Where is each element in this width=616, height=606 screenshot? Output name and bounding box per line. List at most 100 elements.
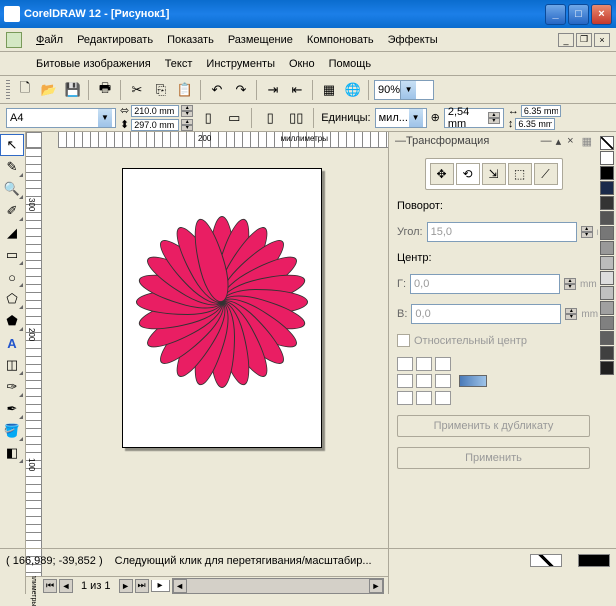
ellipse-tool-icon[interactable]: ○ [0, 266, 24, 288]
skew-tab-icon[interactable]: ⟋ [534, 163, 558, 185]
color-swatch[interactable] [600, 181, 614, 195]
flower-artwork[interactable] [137, 217, 307, 387]
doc-minimize[interactable]: _ [558, 33, 574, 47]
docker-tab-icon[interactable]: ▦ [582, 135, 592, 148]
app-menu-icon[interactable] [6, 32, 22, 48]
page-first-icon[interactable]: ⏮ [43, 579, 57, 593]
menu-window[interactable]: Окно [283, 56, 321, 72]
color-swatch[interactable] [600, 271, 614, 285]
fill-swatch[interactable] [530, 554, 562, 567]
center-v-input[interactable] [411, 304, 561, 324]
menu-help[interactable]: Помощь [323, 56, 378, 72]
color-swatch[interactable] [600, 346, 614, 360]
scrollbar-h[interactable]: ◄► [172, 578, 384, 594]
color-swatch[interactable] [600, 211, 614, 225]
menu-layout[interactable]: Размещение [222, 32, 299, 48]
rotate-tab-icon[interactable]: ⟲ [456, 163, 480, 185]
dup-x-input[interactable] [521, 105, 561, 117]
menu-arrange[interactable]: Компоновать [301, 32, 380, 48]
canvas[interactable] [42, 148, 388, 576]
ruler-origin[interactable] [26, 132, 42, 148]
zoom-combo[interactable]: 90%▼ [374, 80, 434, 100]
menu-edit[interactable]: Редактировать [71, 32, 159, 48]
interactive-fill-icon[interactable]: ◧ [0, 442, 24, 464]
color-swatch[interactable] [600, 316, 614, 330]
outline-swatch[interactable] [578, 554, 610, 567]
relative-checkbox[interactable] [397, 334, 410, 347]
color-swatch[interactable] [600, 361, 614, 375]
doc-restore[interactable]: ❐ [576, 33, 592, 47]
freehand-tool-icon[interactable]: ✐ [0, 200, 24, 222]
cut-icon[interactable]: ✂ [126, 79, 148, 101]
anchor-selector[interactable] [397, 357, 451, 405]
color-swatch[interactable] [600, 196, 614, 210]
docker-collapse-icon[interactable]: ▴ [556, 135, 562, 148]
apply-button[interactable]: Применить [397, 447, 590, 469]
portrait-icon[interactable]: ▯ [197, 107, 219, 129]
units-combo[interactable]: мил...▼ [375, 108, 427, 128]
zoom-tool-icon[interactable]: 🔍 [0, 178, 24, 200]
maximize-button[interactable]: □ [568, 4, 589, 25]
dup-y-input[interactable] [515, 118, 555, 130]
polygon-tool-icon[interactable]: ⬠ [0, 288, 24, 310]
menu-file[interactable]: Файл [30, 32, 69, 48]
basic-shapes-icon[interactable]: ⬟ [0, 310, 24, 332]
color-swatch[interactable] [600, 256, 614, 270]
color-swatch[interactable] [600, 166, 614, 180]
copy-icon[interactable]: ⎘ [150, 79, 172, 101]
menu-text[interactable]: Текст [159, 56, 199, 72]
center-h-input[interactable] [410, 274, 560, 294]
ruler-horizontal[interactable]: 200 миллиметры [58, 132, 388, 148]
page-spread-icon[interactable]: ▯▯ [285, 107, 307, 129]
page-height-input[interactable] [131, 119, 179, 131]
fill-tool-icon[interactable]: 🪣 [0, 420, 24, 442]
doc-close[interactable]: × [594, 33, 610, 47]
minimize-button[interactable]: _ [545, 4, 566, 25]
page-width-input[interactable] [131, 105, 179, 117]
color-swatch[interactable] [600, 286, 614, 300]
size-tab-icon[interactable]: ⬚ [508, 163, 532, 185]
text-tool-icon[interactable]: A [0, 332, 24, 354]
menu-tools[interactable]: Инструменты [200, 56, 281, 72]
outline-tool-icon[interactable]: ✒ [0, 398, 24, 420]
app-launcher-icon[interactable]: ▦ [318, 79, 340, 101]
menu-view[interactable]: Показать [161, 32, 220, 48]
apply-duplicate-button[interactable]: Применить к дубликату [397, 415, 590, 437]
pick-tool-icon[interactable]: ↖ [0, 134, 24, 156]
color-swatch[interactable] [600, 151, 614, 165]
page-prev-icon[interactable]: ◄ [59, 579, 73, 593]
landscape-icon[interactable]: ▭ [223, 107, 245, 129]
color-swatch[interactable] [600, 331, 614, 345]
paste-icon[interactable]: 📋 [174, 79, 196, 101]
new-icon[interactable]: 🗋 [14, 79, 36, 101]
scale-tab-icon[interactable]: ⇲ [482, 163, 506, 185]
close-button[interactable]: × [591, 4, 612, 25]
export-icon[interactable]: ⇤ [286, 79, 308, 101]
ruler-vertical[interactable]: 300 200 100 [26, 148, 42, 576]
open-icon[interactable]: 📂 [38, 79, 60, 101]
shape-tool-icon[interactable]: ✎ [0, 156, 24, 178]
angle-input[interactable] [427, 222, 577, 242]
smart-tool-icon[interactable]: ◢ [0, 222, 24, 244]
no-color-swatch[interactable] [600, 136, 614, 150]
corel-online-icon[interactable]: 🌐 [342, 79, 364, 101]
import-icon[interactable]: ⇥ [262, 79, 284, 101]
rectangle-tool-icon[interactable]: ▭ [0, 244, 24, 266]
page-next-icon[interactable]: ► [119, 579, 133, 593]
save-icon[interactable]: 💾 [62, 79, 84, 101]
position-tab-icon[interactable]: ✥ [430, 163, 454, 185]
color-swatch[interactable] [600, 301, 614, 315]
redo-icon[interactable]: ↷ [230, 79, 252, 101]
print-icon[interactable]: 🖶 [94, 79, 116, 101]
page-last-icon[interactable]: ⏭ [135, 579, 149, 593]
page-single-icon[interactable]: ▯ [259, 107, 281, 129]
docker-close-icon[interactable]: × [567, 135, 573, 147]
paper-size-combo[interactable]: A4▼ [6, 108, 116, 128]
page-tab[interactable]: ▸ [151, 580, 170, 592]
menu-effects[interactable]: Эффекты [382, 32, 444, 48]
color-swatch[interactable] [600, 226, 614, 240]
blend-tool-icon[interactable]: ◫ [0, 354, 24, 376]
nudge-input[interactable]: 2,54 mm▴▾ [444, 108, 504, 128]
menu-bitmaps[interactable]: Битовые изображения [30, 56, 157, 72]
undo-icon[interactable]: ↶ [206, 79, 228, 101]
